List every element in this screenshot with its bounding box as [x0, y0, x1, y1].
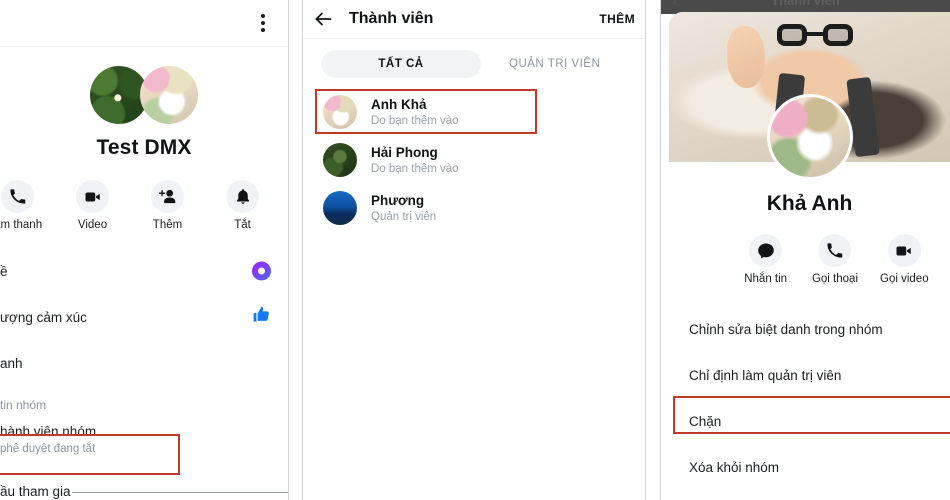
screenshot-stage: Test DMX Âm thanh Video [0, 0, 950, 500]
settings-row-label: ượng cảm xúc [0, 309, 87, 325]
phone-icon [818, 234, 852, 267]
action-message[interactable]: Nhắn tin [733, 234, 799, 285]
theme-color-dot [252, 261, 271, 281]
glasses-shape [777, 24, 853, 46]
member-info: Anh Khả Do bạn thêm vào [371, 97, 459, 127]
dimmed-header-title: Thành viên [771, 0, 840, 8]
panel1-action-row: Âm thanh Video Thêm [0, 180, 280, 231]
avatar [323, 143, 357, 177]
page-title: Thành viên [349, 10, 434, 27]
bell-icon [226, 180, 259, 213]
member-name: Hải Phong [371, 145, 438, 160]
panel1-settings-list: ề ượng cảm xúc anh [0, 248, 288, 386]
panel1-section-label: tin nhóm [0, 398, 47, 412]
tab-all[interactable]: TẤT CẢ [321, 50, 481, 78]
panel2-topbar: Thành viên THÊM [303, 0, 645, 39]
kebab-dot [261, 28, 265, 32]
list-item[interactable]: Hải Phong Do bạn thêm vào [303, 136, 645, 184]
chat-bubble-icon [749, 234, 783, 267]
girl-photo-avatar [140, 66, 198, 124]
action-mute[interactable]: Tắt [210, 180, 276, 231]
settings-row-label: anh [0, 355, 23, 371]
avatar [323, 95, 357, 129]
panel1-topbar [0, 0, 288, 47]
menu-item-make-admin[interactable]: Chỉ định làm quản trị viên [669, 352, 950, 398]
settings-row-member-approval[interactable]: hành viên nhóm phê duyệt đang tắt [0, 424, 180, 455]
menu-item-block[interactable]: Chặn [669, 398, 950, 444]
member-info: Hải Phong Do bạn thêm vào [371, 145, 459, 175]
member-info: Phương Quản trị viên [371, 193, 436, 223]
panel2-tabs: TẤT CẢ QUẢN TRỊ VIÊN [303, 48, 645, 80]
member-name: Phương [371, 193, 425, 208]
settings-row-label: ề [0, 263, 8, 279]
action-voice-call[interactable]: Gọi thoại [802, 234, 868, 285]
action-label: Tắt [234, 219, 251, 231]
thumbs-up-icon [252, 305, 271, 329]
settings-row-nickname[interactable]: anh [0, 340, 288, 386]
panel-members-list: Thành viên THÊM TẤT CẢ QUẢN TRỊ VIÊN Anh… [302, 0, 646, 500]
action-video-call[interactable]: Gọi video [871, 234, 937, 285]
video-camera-icon [76, 180, 109, 213]
settings-row-emoji[interactable]: ượng cảm xúc [0, 294, 288, 340]
list-item[interactable]: Anh Khả Do bạn thêm vào [303, 88, 645, 136]
action-label: Âm thanh [0, 219, 43, 231]
phone-icon [1, 180, 34, 213]
settings-row-theme[interactable]: ề [0, 248, 288, 294]
back-arrow-icon[interactable] [303, 0, 343, 38]
menu-item-remove-from-group[interactable]: Xóa khỏi nhóm [669, 444, 950, 490]
action-label: Nhắn tin [744, 273, 788, 285]
member-approval-title: hành viên nhóm [0, 424, 97, 439]
member-subtitle: Do bạn thêm vào [371, 163, 459, 175]
member-name: Anh Khả [371, 97, 427, 112]
glasses-bridge-shape [806, 32, 824, 36]
action-add-member[interactable]: Thêm [135, 180, 201, 231]
menu-item-edit-nickname[interactable]: Chỉnh sửa biệt danh trong nhóm [669, 306, 950, 352]
settings-row-join-requests[interactable]: ầu tham gia [0, 484, 71, 499]
add-person-icon [151, 180, 184, 213]
members-list: Anh Khả Do bạn thêm vào Hải Phong Do bạn… [303, 88, 645, 232]
member-subtitle: Quản trị viên [371, 211, 437, 223]
video-camera-icon [887, 234, 921, 267]
group-avatar-stack[interactable] [0, 64, 288, 126]
add-member-button[interactable]: THÊM [599, 12, 635, 26]
member-subtitle: Do bạn thêm vào [371, 115, 459, 127]
tab-admins[interactable]: QUẢN TRỊ VIÊN [509, 50, 600, 78]
action-audio-call[interactable]: Âm thanh [0, 180, 51, 231]
panel-member-options: ‹ Thành viên Khả Anh Nhắn tin Gọi thoại … [660, 0, 950, 500]
action-label: Thêm [152, 219, 183, 231]
panel-group-info: Test DMX Âm thanh Video [0, 0, 289, 500]
member-approval-subtitle: phê duyệt đang tắt [0, 443, 96, 455]
action-video-call[interactable]: Video [60, 180, 126, 231]
avatar[interactable] [766, 94, 853, 180]
kebab-dot [261, 14, 265, 18]
action-label: Gọi video [880, 273, 929, 285]
list-item[interactable]: Phương Quản trị viên [303, 184, 645, 232]
bottom-sheet: Khả Anh Nhắn tin Gọi thoại Gọi video Chỉ… [669, 12, 950, 500]
action-label: Video [77, 219, 108, 231]
kebab-menu-icon[interactable] [252, 8, 274, 38]
avatar [323, 191, 357, 225]
group-title: Test DMX [96, 136, 192, 159]
panel3-action-row: Nhắn tin Gọi thoại Gọi video [731, 234, 939, 285]
baby-hand-shape [727, 26, 765, 88]
options-menu: Chỉnh sửa biệt danh trong nhóm Chỉ định … [669, 306, 950, 490]
profile-name: Khả Anh [766, 192, 853, 215]
panel1-divider [72, 492, 288, 493]
kebab-dot [261, 21, 265, 25]
action-label: Gọi thoại [811, 273, 858, 285]
